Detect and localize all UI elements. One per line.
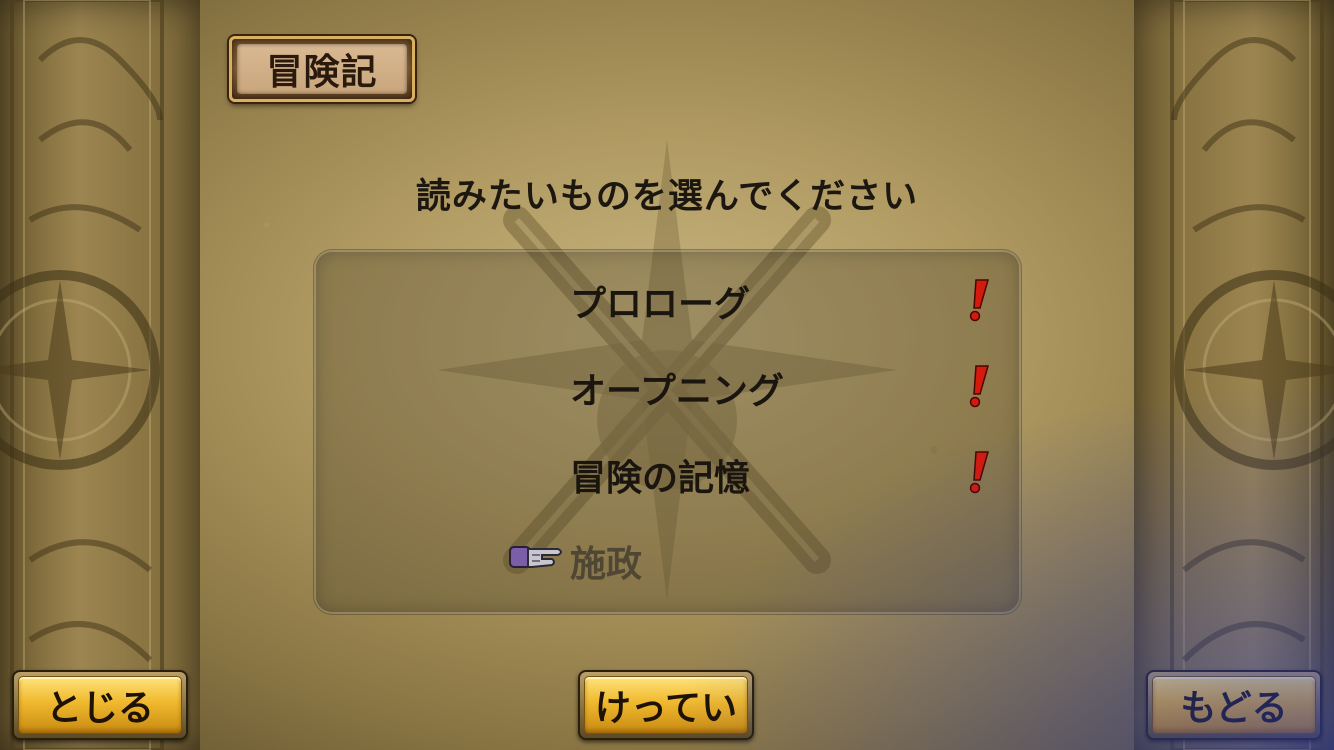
menu-item-adventure-memory[interactable]: 冒険の記憶 xyxy=(570,450,750,500)
confirm-button-label: けってい xyxy=(584,676,748,734)
new-exclamation-icon xyxy=(969,279,989,322)
back-button-label: もどる xyxy=(1152,676,1316,734)
menu-item-opening[interactable]: オープニング xyxy=(570,363,784,413)
selection-prompt: 読みたいものを選んでください xyxy=(415,177,919,217)
right-ornament-panel xyxy=(1134,0,1334,750)
new-exclamation-icon xyxy=(969,451,989,494)
close-button-label: とじる xyxy=(18,676,182,734)
back-button[interactable]: もどる xyxy=(1146,670,1322,740)
game-screen: 冒険記 読みたいものを選んでください プロローグ オープニング 冒険の記憶 施政… xyxy=(0,0,1334,750)
menu-item-prologue[interactable]: プロローグ xyxy=(570,276,750,326)
menu-item-governance[interactable]: 施政 xyxy=(570,536,642,586)
left-ornament-panel xyxy=(0,0,200,750)
gauntlet-pointer-icon xyxy=(509,546,562,568)
title-plaque: 冒険記 xyxy=(229,36,415,102)
screen-title: 冒険記 xyxy=(266,52,378,93)
confirm-button[interactable]: けってい xyxy=(578,670,754,740)
close-button[interactable]: とじる xyxy=(12,670,188,740)
new-exclamation-icon xyxy=(969,365,989,408)
